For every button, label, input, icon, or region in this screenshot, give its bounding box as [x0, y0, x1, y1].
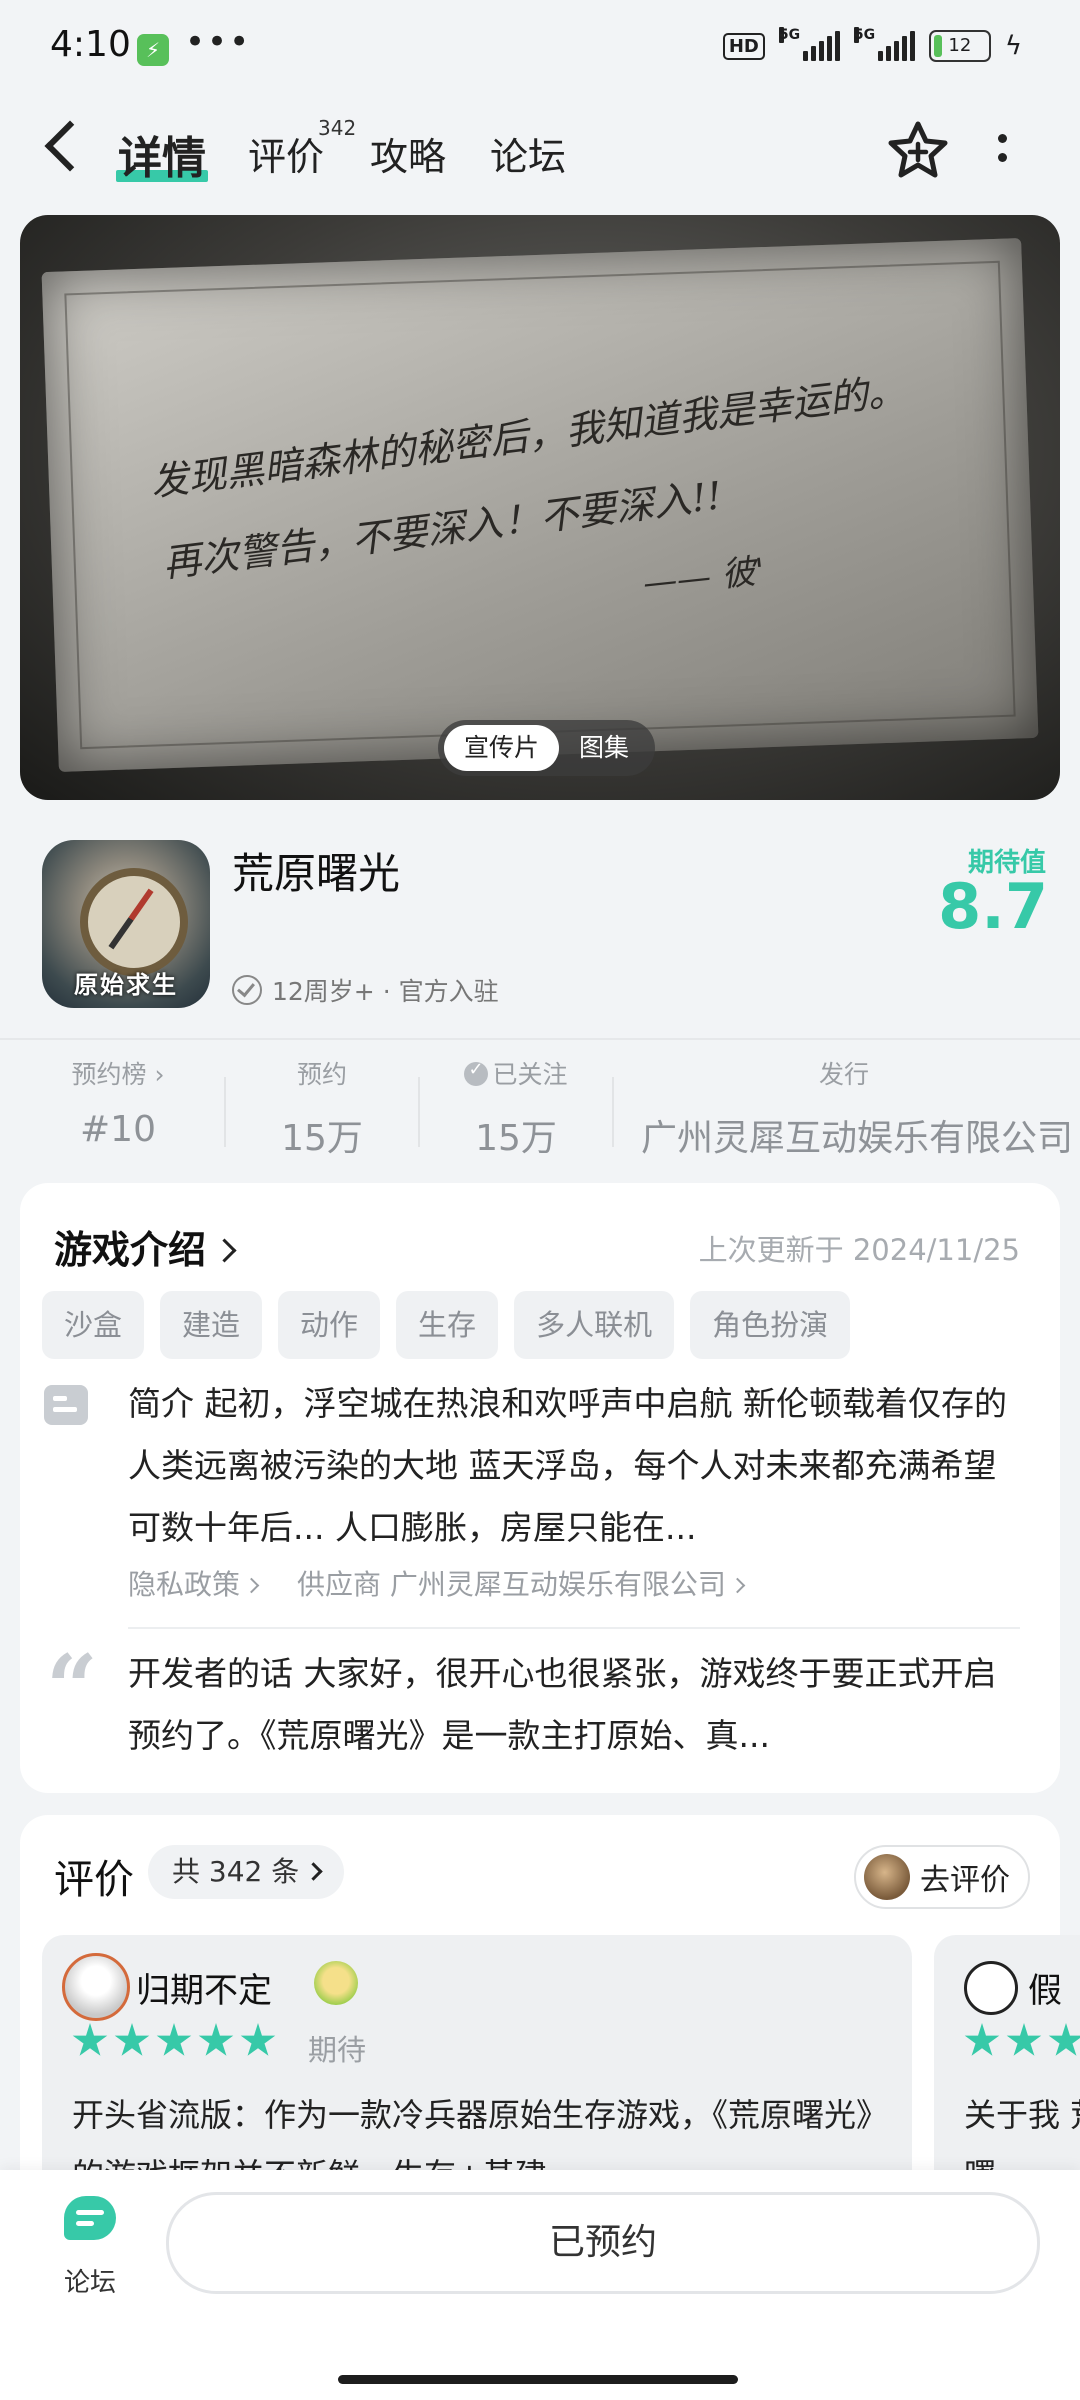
divider: [0, 1038, 1080, 1040]
tag-chip[interactable]: 多人联机: [514, 1291, 675, 1359]
star-icon: [1048, 2023, 1080, 2056]
stat-followers[interactable]: 已关注 15万: [448, 1055, 584, 1161]
hero-media[interactable]: 发现黑暗森林的秘密后，我知道我是幸运的。 再次警告，不要深入！不要深入!! ——…: [20, 215, 1060, 800]
intro-title[interactable]: 游戏介绍: [54, 1219, 237, 1274]
divider: [128, 1627, 1020, 1629]
expectation-score: 8.7: [938, 870, 1048, 943]
hd-icon: HD: [722, 32, 765, 60]
supplier-link[interactable]: 供应商 广州灵犀互动娱乐有限公司: [297, 1563, 746, 1603]
reserved-button[interactable]: 已预约: [166, 2192, 1040, 2294]
signal-icon: 5G: [778, 27, 840, 61]
last-updated: 上次更新于 2024/11/25: [698, 1233, 1020, 1267]
status-time: 4:10: [50, 24, 131, 65]
followed-heart-icon: [464, 1059, 489, 1086]
quote-icon: “: [46, 1635, 98, 1741]
home-indicator[interactable]: [338, 2375, 738, 2384]
star-icon: [964, 2023, 1000, 2056]
star-icon: [1006, 2023, 1042, 2056]
reviewer-name: 假: [1028, 1971, 1062, 2011]
star-icon: [156, 2023, 192, 2056]
forum-label[interactable]: 论坛: [64, 2262, 116, 2299]
reviewer-avatar: [62, 1953, 130, 2021]
tag-chip[interactable]: 生存: [396, 1291, 499, 1359]
star-icon: [240, 2023, 276, 2056]
charging-bolt-icon: ϟ: [1004, 31, 1022, 61]
reviews-title: 评价: [54, 1857, 134, 1903]
star-icon: [198, 2023, 234, 2056]
forum-chat-icon[interactable]: [64, 2196, 116, 2240]
stats-row: 预约榜 › #10 预约 15万 已关注 15万 发行 广州灵犀互动娱乐有限公司: [0, 1055, 1080, 1165]
stat-reservations: 预约 15万: [281, 1060, 363, 1159]
more-notifications-icon: •••: [185, 22, 252, 62]
reviews-count-badge: 342: [318, 116, 357, 140]
rating-stars: [964, 2023, 1080, 2059]
review-tag: 期待: [308, 2033, 367, 2067]
rating-stars: [72, 2023, 276, 2059]
tab-reviews[interactable]: 评价: [248, 126, 324, 181]
tab-guides[interactable]: 攻略: [370, 126, 446, 181]
reviews-count-button[interactable]: 共 342 条: [148, 1845, 345, 1899]
game-title: 荒原曙光: [232, 849, 401, 898]
stat-ranking[interactable]: 预约榜 › #10: [58, 1055, 178, 1150]
chevron-right-icon: [304, 1862, 323, 1881]
charging-app-icon: ⚡: [137, 34, 169, 66]
status-bar: 4:10 ⚡ ••• HD 5G 5G 12 ϟ: [0, 0, 1080, 100]
tag-chip[interactable]: 建造: [160, 1291, 263, 1359]
tag-chip[interactable]: 角色扮演: [690, 1291, 851, 1359]
chevron-right-icon: [212, 1238, 237, 1263]
status-icons: HD 5G 5G 12 ϟ: [722, 27, 1022, 62]
tag-chip[interactable]: 动作: [278, 1291, 381, 1359]
developer-words[interactable]: 开发者的话 大家好，很开心也很紧张，游戏终于要正式开启预约了。《荒原曙光》是一款…: [128, 1643, 1008, 1767]
verified-check-icon: [232, 975, 262, 1005]
back-arrow-icon[interactable]: [44, 120, 96, 172]
tag-list: 沙盒 建造 动作 生存 多人联机 角色扮演: [42, 1291, 851, 1359]
intro-links: 隐私政策 供应商 广州灵犀互动娱乐有限公司: [128, 1563, 746, 1603]
top-nav: 详情 评价 342 攻略 论坛: [0, 110, 1080, 200]
document-icon: [44, 1385, 88, 1425]
star-icon: [114, 2023, 150, 2056]
game-intro-card: 游戏介绍 上次更新于 2024/11/25 沙盒 建造 动作 生存 多人联机 角…: [20, 1183, 1060, 1793]
more-options-icon[interactable]: [998, 134, 1008, 172]
segment-gallery[interactable]: 图集: [559, 725, 649, 771]
intro-summary[interactable]: 简介 起初，浮空城在热浪和欢呼声中启航 新伦顿载着仅存的人类远离被污染的大地 蓝…: [128, 1373, 1008, 1559]
user-avatar: [864, 1854, 910, 1900]
signal-icon-2: 5G: [853, 27, 915, 61]
battery-icon: 12: [928, 30, 991, 62]
write-review-button[interactable]: 去评价: [854, 1845, 1030, 1909]
age-rating: 12周岁+ · 官方入驻: [232, 972, 499, 1008]
segment-trailer[interactable]: 宣传片: [444, 725, 560, 771]
reviewer-name: 归期不定: [136, 1971, 272, 2011]
compass-icon: [80, 868, 188, 976]
user-badge-icon: [314, 1961, 358, 2005]
privacy-policy-link[interactable]: 隐私政策: [128, 1563, 260, 1603]
bottom-action-bar: 论坛 已预约: [0, 2170, 1080, 2400]
media-segment-control: 宣传片 图集: [438, 720, 656, 776]
letter-image: 发现黑暗森林的秘密后，我知道我是幸运的。 再次警告，不要深入！不要深入!! ——…: [41, 238, 1039, 772]
reviewer-avatar: [964, 1961, 1018, 2015]
stat-publisher[interactable]: 发行 广州灵犀互动娱乐有限公司: [634, 1055, 1080, 1161]
star-icon: [72, 2023, 108, 2056]
game-app-icon: 原始求生: [42, 840, 210, 1008]
tag-chip[interactable]: 沙盒: [42, 1291, 145, 1359]
tab-forum[interactable]: 论坛: [490, 126, 566, 181]
favorite-star-icon[interactable]: [888, 120, 948, 180]
tab-details[interactable]: 详情: [116, 122, 208, 186]
